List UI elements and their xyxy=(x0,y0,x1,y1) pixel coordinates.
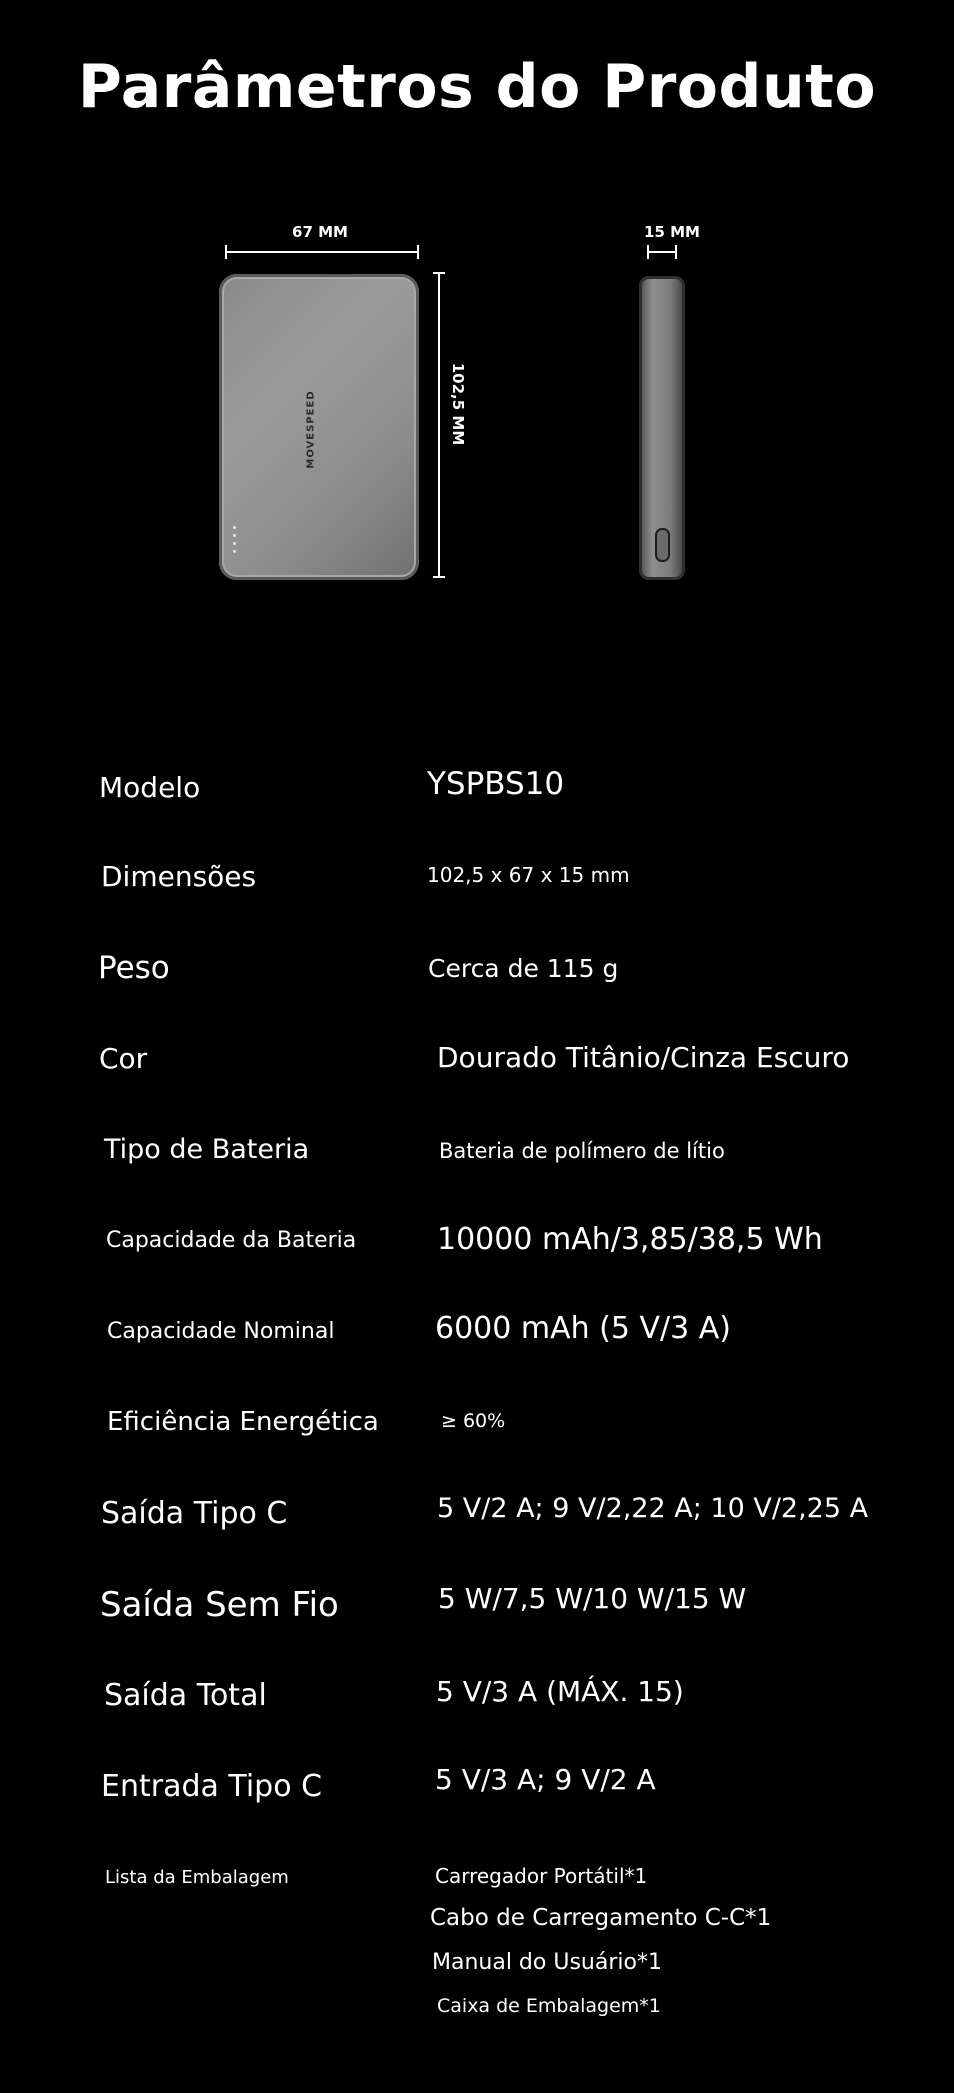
spec-label: Capacidade Nominal xyxy=(107,1319,335,1344)
spec-value: 102,5 x 67 x 15 mm xyxy=(427,863,630,887)
spec-value: 6000 mAh (5 V/3 A) xyxy=(435,1311,731,1346)
led-indicators xyxy=(233,526,236,558)
width-dimension-label: 67 MM xyxy=(292,223,348,241)
spec-label: Saída Sem Fio xyxy=(100,1585,339,1625)
package-item: Caixa de Embalagem*1 xyxy=(437,1995,661,2017)
depth-dimension-line xyxy=(648,251,676,253)
package-label: Lista da Embalagem xyxy=(105,1867,289,1888)
depth-tick-left xyxy=(647,245,649,259)
spec-label: Cor xyxy=(99,1042,148,1075)
spec-label: Saída Tipo C xyxy=(101,1496,288,1531)
spec-value: 10000 mAh/3,85/38,5 Wh xyxy=(437,1222,823,1257)
spec-label: Dimensões xyxy=(101,860,257,893)
height-tick-top xyxy=(433,272,445,274)
height-dimension-line xyxy=(438,273,440,578)
spec-value: 5 V/3 A (MÁX. 15) xyxy=(436,1675,684,1708)
height-dimension-label: 102,5 MM xyxy=(449,362,467,446)
package-item: Manual do Usuário*1 xyxy=(432,1950,662,1975)
spec-label: Saída Total xyxy=(104,1678,267,1713)
spec-label: Entrada Tipo C xyxy=(101,1769,323,1804)
spec-label: Capacidade da Bateria xyxy=(106,1228,357,1253)
spec-value: ≥ 60% xyxy=(441,1410,506,1432)
power-bank-front-image: MOVESPEED xyxy=(219,274,419,580)
spec-label: Peso xyxy=(98,950,170,986)
width-tick-right xyxy=(417,245,419,259)
spec-value: 5 W/7,5 W/10 W/15 W xyxy=(438,1582,747,1615)
height-tick-bottom xyxy=(433,576,445,578)
power-bank-side-image xyxy=(639,276,685,580)
spec-value: Bateria de polímero de lítio xyxy=(439,1139,725,1163)
spec-value: Cerca de 115 g xyxy=(428,954,619,983)
package-item: Cabo de Carregamento C-C*1 xyxy=(430,1905,772,1931)
package-item: Carregador Portátil*1 xyxy=(435,1864,648,1888)
spec-label: Tipo de Bateria xyxy=(104,1134,310,1165)
width-tick-left xyxy=(225,245,227,259)
depth-tick-right xyxy=(675,245,677,259)
power-button xyxy=(655,528,670,562)
spec-label: Eficiência Energética xyxy=(107,1407,379,1437)
page-title: Parâmetros do Produto xyxy=(77,52,877,122)
spec-label: Modelo xyxy=(99,771,201,804)
spec-value: Dourado Titânio/Cinza Escuro xyxy=(437,1041,850,1074)
spec-value: 5 V/3 A; 9 V/2 A xyxy=(435,1763,656,1796)
spec-value: 5 V/2 A; 9 V/2,22 A; 10 V/2,25 A xyxy=(437,1493,869,1524)
brand-logo: MOVESPEED xyxy=(305,390,317,469)
depth-dimension-label: 15 MM xyxy=(644,223,700,241)
spec-value: YSPBS10 xyxy=(427,766,565,802)
width-dimension-line xyxy=(226,251,418,253)
